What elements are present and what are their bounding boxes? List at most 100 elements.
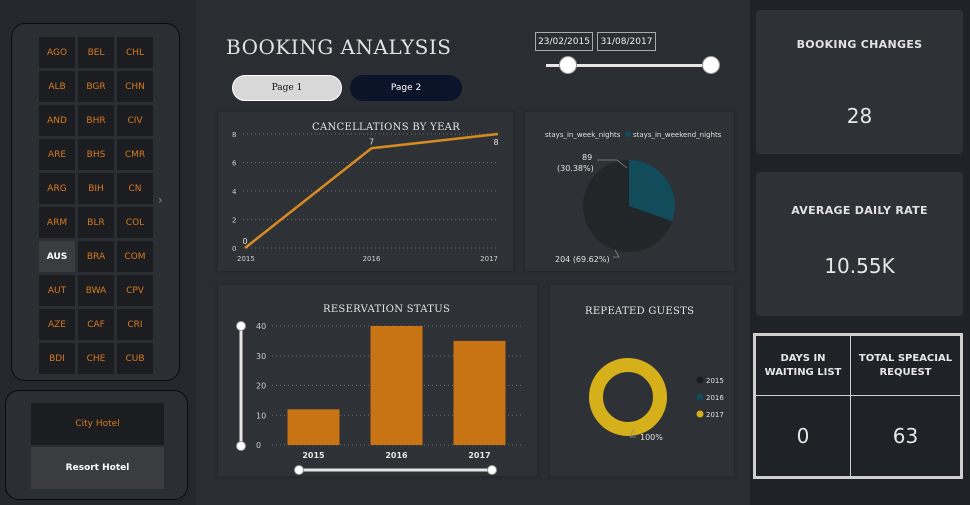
reservation-chart: 0 10 20 30 40 2015 2016 2017	[236, 321, 521, 475]
chevron-right-icon[interactable]: ›	[158, 193, 163, 207]
data-label: 100%	[640, 433, 663, 442]
country-item-bhs[interactable]: BHS	[78, 139, 114, 170]
country-item-arm[interactable]: ARM	[39, 207, 75, 238]
leader-line	[613, 249, 620, 258]
country-item-cpv[interactable]: CPV	[117, 275, 153, 306]
country-item-and[interactable]: AND	[39, 105, 75, 136]
x-tick-label: 2016	[385, 451, 408, 460]
data-label: 7	[369, 137, 374, 146]
repeated-guests-card: REPEATED GUESTS 100% 2015 2016 2017	[549, 284, 735, 477]
country-item-aus[interactable]: AUS	[39, 241, 75, 272]
y-tick-label: 6	[232, 160, 237, 168]
bar	[453, 340, 506, 445]
x-range-slider-handle-left	[294, 465, 304, 475]
country-item-bel[interactable]: BEL	[78, 37, 114, 68]
legend-label-2017: 2017	[706, 411, 724, 419]
country-item-com[interactable]: COM	[117, 241, 153, 272]
dashboard-root: AGO BEL CHL ALB BGR CHN AND BHR CIV ARE BHS CMR ARG B…	[0, 0, 970, 505]
country-item-blr[interactable]: BLR	[78, 207, 114, 238]
x-tick-label: 2017	[480, 255, 498, 263]
country-item-caf[interactable]: CAF	[78, 309, 114, 340]
days-waiting-value: 0	[755, 395, 851, 477]
y-tick-label: 0	[232, 245, 236, 253]
country-item-col[interactable]: COL	[117, 207, 153, 238]
y-tick-label: 10	[256, 411, 266, 420]
adr-value: 10.55K	[824, 254, 895, 278]
y-tick-label: 2	[232, 217, 236, 225]
page-title: BOOKING ANALYSIS	[226, 35, 452, 59]
country-item-aze[interactable]: AZE	[39, 309, 75, 340]
data-label-weekend-pct: (30.38%)	[557, 164, 594, 173]
data-label-week: 204 (69.62%)	[555, 255, 610, 264]
days-waiting-header: DAYS IN WAITING LIST	[755, 335, 851, 396]
country-item-cri[interactable]: CRI	[117, 309, 153, 340]
page1-button[interactable]: Page 1	[232, 75, 342, 101]
days-waiting-header-line1: DAYS IN	[780, 352, 826, 364]
bar	[287, 409, 340, 445]
y-tick-label: 4	[232, 188, 237, 196]
country-item-bih[interactable]: BIH	[78, 173, 114, 204]
cancellations-card: CANCELLATIONS BY YEAR 0 2 4 6 8 2015 2016 2017 0…	[217, 111, 514, 272]
bar	[370, 326, 423, 445]
hotel-slicer: City Hotel Resort Hotel	[5, 390, 188, 500]
adr-title: AVERAGE DAILY RATE	[791, 204, 928, 217]
country-item-ago[interactable]: AGO	[39, 37, 75, 68]
x-range-slider-handle-right	[487, 465, 497, 475]
country-item-alb[interactable]: ALB	[39, 71, 75, 102]
special-request-header-line2: REQUEST	[879, 366, 932, 378]
data-label: 8	[493, 138, 498, 147]
x-tick-label: 2016	[363, 255, 381, 263]
country-item-cn[interactable]: CN	[117, 173, 153, 204]
country-item-civ[interactable]: CIV	[117, 105, 153, 136]
country-item-cmr[interactable]: CMR	[117, 139, 153, 170]
y-tick-label: 20	[256, 382, 266, 391]
country-item-arg[interactable]: ARG	[39, 173, 75, 204]
country-item-chl[interactable]: CHL	[117, 37, 153, 68]
special-request-value: 63	[850, 395, 961, 477]
adr-card: AVERAGE DAILY RATE 10.55K	[756, 172, 963, 316]
special-request-header: TOTAL SPEACIAL REQUEST	[850, 335, 961, 396]
page2-button[interactable]: Page 2	[350, 75, 462, 101]
cancellations-chart: 0 2 4 6 8 2015 2016 2017 0 7 8	[232, 131, 499, 263]
country-item-aut[interactable]: AUT	[39, 275, 75, 306]
stays-pie-chart: stays_in_week_nights stays_in_weekend_nig…	[545, 131, 722, 264]
data-label: 0	[242, 237, 247, 246]
country-item-are[interactable]: ARE	[39, 139, 75, 170]
country-item-che[interactable]: CHE	[78, 343, 114, 374]
hotel-city-button[interactable]: City Hotel	[31, 403, 164, 445]
kpi-table: DAYS IN WAITING LIST TOTAL SPEACIAL REQUES…	[753, 333, 963, 479]
date-end-field[interactable]: 31/08/2017	[597, 32, 656, 51]
country-grid: AGO BEL CHL ALB BGR CHN AND BHR CIV ARE BHS CMR ARG B…	[39, 37, 153, 374]
x-tick-label: 2015	[237, 255, 255, 263]
x-tick-label: 2015	[302, 451, 325, 460]
y-range-slider-handle-bottom	[236, 441, 246, 451]
data-label-weekend-count: 89	[582, 153, 592, 162]
legend-swatch-2015	[696, 376, 704, 384]
country-item-bra[interactable]: BRA	[78, 241, 114, 272]
reservation-card: RESERVATION STATUS 0 10 20 30 40 2015 2016 2017	[217, 284, 538, 477]
legend-label-2016: 2016	[706, 394, 724, 402]
country-item-bdi[interactable]: BDI	[39, 343, 75, 374]
country-item-bgr[interactable]: BGR	[78, 71, 114, 102]
country-item-chn[interactable]: CHN	[117, 71, 153, 102]
date-slider-start-handle[interactable]	[559, 56, 577, 74]
country-item-cub[interactable]: CUB	[117, 343, 153, 374]
legend-label-week: stays_in_week_nights	[545, 131, 621, 139]
booking-changes-card: BOOKING CHANGES 28	[756, 10, 963, 154]
legend-swatch-weekend	[625, 131, 631, 137]
x-tick-label: 2017	[468, 451, 490, 460]
y-tick-label: 8	[232, 131, 236, 139]
date-slider-end-handle[interactable]	[702, 56, 720, 74]
hotel-resort-button[interactable]: Resort Hotel	[31, 447, 164, 489]
y-tick-label: 30	[256, 352, 266, 361]
legend-label-weekend: stays_in_weekend_nights	[633, 131, 722, 139]
country-item-bhr[interactable]: BHR	[78, 105, 114, 136]
y-range-slider-handle-top	[236, 321, 246, 331]
donut-slice-2017	[589, 358, 667, 436]
days-waiting-header-line2: WAITING LIST	[764, 366, 842, 378]
y-tick-label: 0	[256, 441, 261, 450]
country-item-bwa[interactable]: BWA	[78, 275, 114, 306]
booking-changes-title: BOOKING CHANGES	[796, 38, 923, 51]
date-start-field[interactable]: 23/02/2015	[535, 32, 593, 51]
y-tick-label: 40	[256, 322, 266, 331]
